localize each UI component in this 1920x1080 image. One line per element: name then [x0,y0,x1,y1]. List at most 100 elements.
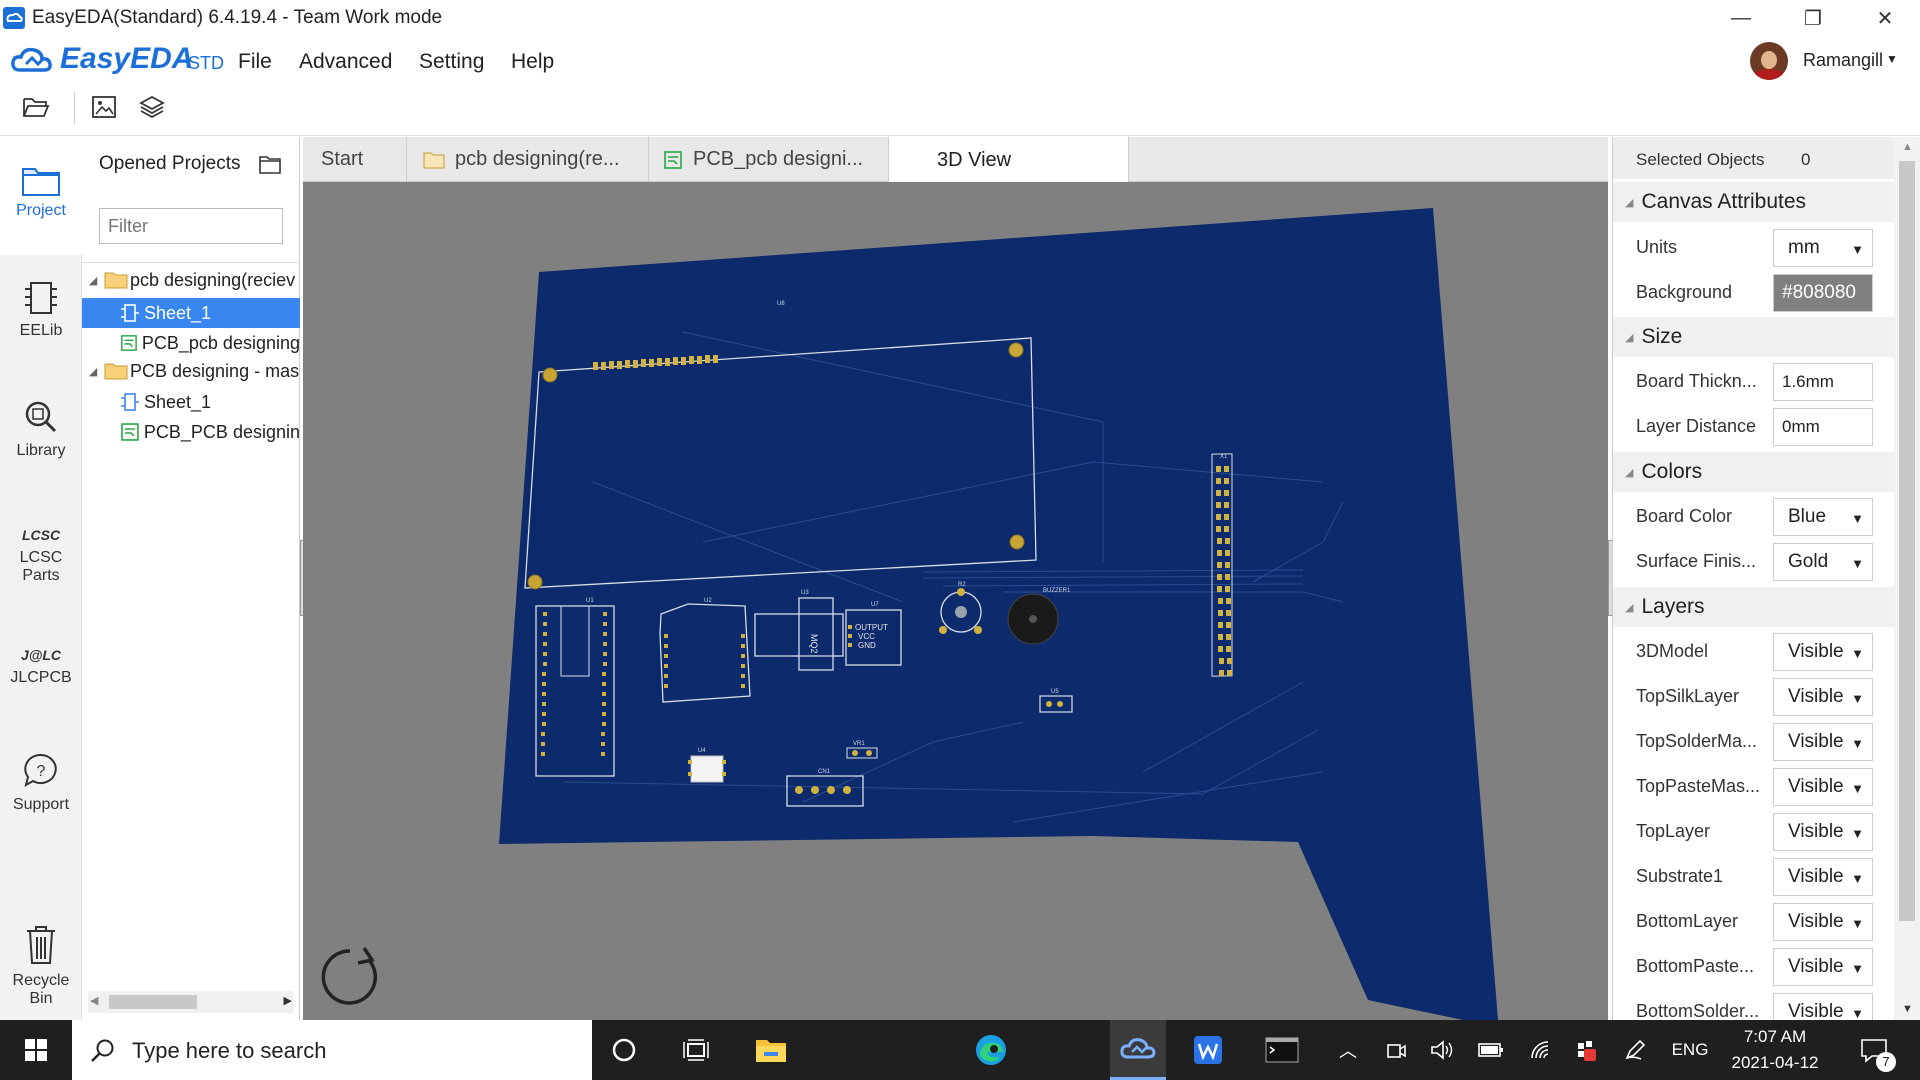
tab-pcb[interactable]: PCB_pcb designi... [649,137,889,182]
wifi-icon[interactable] [1526,1020,1556,1080]
board-thickness-input[interactable]: 1.6mm [1773,363,1873,401]
meet-now-icon[interactable] [1382,1020,1410,1080]
dropdown-arrow-icon: ▼ [1851,556,1864,571]
collapse-icon[interactable]: ◢ [1625,601,1633,614]
layers-icon[interactable] [138,94,166,120]
select-value: Visible [1788,956,1844,977]
nav-support[interactable]: ? Support [0,751,82,814]
layer-visibility-select[interactable]: Visible ▼ [1773,813,1873,851]
collapse-icon[interactable]: ◢ [1625,331,1633,344]
section-colors[interactable]: ◢ Colors [1613,452,1895,492]
scrollbar-thumb[interactable] [109,995,197,1009]
layer-visibility-select[interactable]: Visible ▼ [1773,633,1873,671]
file-explorer-button[interactable] [742,1020,800,1080]
layer-label: Substrate1 [1636,866,1724,886]
user-avatar[interactable] [1750,42,1788,80]
edge-browser-icon [976,1035,1006,1065]
tree-sheet-selected[interactable]: Sheet_1 [82,298,300,328]
folder-icon[interactable] [259,154,281,174]
select-value: Gold [1788,551,1829,572]
menu-file[interactable]: File [238,50,272,74]
red-notification-app-icon[interactable] [1572,1020,1602,1080]
section-size[interactable]: ◢ Size [1613,317,1895,357]
nav-eelib[interactable]: EELib [0,279,82,340]
menu-setting[interactable]: Setting [419,50,484,74]
tree-folder-2[interactable]: ◢ PCB designing - mas [82,356,300,386]
minimize-button[interactable]: — [1712,0,1770,36]
folder-icon [104,272,128,289]
restore-button[interactable]: ❐ [1784,0,1842,36]
tab-schematic[interactable]: pcb designing(re... [407,137,649,182]
nav-jlcpcb[interactable]: J@LC JLCPCB [0,641,82,687]
collapse-icon[interactable]: ◢ [82,365,104,378]
vertical-scrollbar[interactable]: ▲ ▼ [1894,137,1920,1020]
layer-distance-input[interactable]: 0mm [1773,408,1873,446]
task-view-button[interactable] [668,1020,724,1080]
surface-finish-select[interactable]: Gold ▼ [1773,543,1873,581]
tree-sheet[interactable]: Sheet_1 [82,387,300,417]
layer-visibility-select[interactable]: Visible ▼ [1773,768,1873,806]
nav-library[interactable]: Library [0,397,82,460]
layer-label: BottomLayer [1636,911,1739,931]
scroll-right-icon[interactable]: ▶ [284,994,292,1007]
menu-advanced[interactable]: Advanced [299,50,392,74]
nav-lcsc-parts[interactable]: LCSC LCSC Parts [0,521,82,585]
collapse-icon[interactable]: ◢ [1625,196,1633,209]
layer-visibility-select[interactable]: Visible ▼ [1773,993,1873,1020]
edge-browser-button[interactable] [962,1020,1020,1080]
collapse-icon[interactable]: ◢ [82,274,104,287]
easyeda-taskbar-button[interactable] [1110,1020,1166,1080]
scroll-left-icon[interactable]: ◀ [90,994,98,1007]
tree-pcb[interactable]: PCB_PCB designin [82,417,300,447]
volume-icon[interactable] [1428,1020,1456,1080]
layer-visibility-select[interactable]: Visible ▼ [1773,858,1873,896]
image-export-icon[interactable] [90,94,118,120]
wps-writer-button[interactable] [1180,1020,1236,1080]
background-color-input[interactable]: #808080 [1773,274,1873,312]
pen-icon[interactable] [1620,1020,1650,1080]
board-color-select[interactable]: Blue ▼ [1773,498,1873,536]
scrollbar-thumb[interactable] [1899,161,1915,921]
collapse-icon[interactable]: ◢ [1625,466,1633,479]
units-select[interactable]: mm ▼ [1773,229,1873,267]
tab-start[interactable]: Start [303,137,407,182]
prop-label: Board Thickn... [1636,371,1757,391]
user-name[interactable]: Ramangill [1803,50,1883,71]
layer-visibility-select[interactable]: Visible ▼ [1773,723,1873,761]
cortana-button[interactable] [598,1020,650,1080]
notifications-button[interactable]: 7 [1852,1020,1896,1080]
tree-folder-1[interactable]: ◢ pcb designing(reciev [82,265,300,295]
select-value: Visible [1788,1001,1844,1020]
battery-icon[interactable] [1476,1020,1506,1080]
filter-input[interactable] [99,208,283,244]
3d-view-canvas[interactable]: MQ2 OUTPUT VCC GND X1 U1 U2 U3 U7 U4 R2 [303,182,1608,1020]
scroll-down-icon[interactable]: ▼ [1902,1003,1913,1015]
terminal-icon [1265,1037,1299,1063]
clock[interactable]: 7:07 AM 2021-04-12 [1720,1024,1830,1076]
pcb-3d-render[interactable]: MQ2 OUTPUT VCC GND X1 U1 U2 U3 U7 U4 R2 [303,182,1608,1020]
layer-visibility-select[interactable]: Visible ▼ [1773,903,1873,941]
show-hidden-icons-icon[interactable]: ︿ [1334,1020,1362,1080]
reset-view-icon[interactable] [317,942,387,1012]
section-canvas-attributes[interactable]: ◢ Canvas Attributes [1613,182,1895,222]
start-button[interactable] [0,1020,72,1080]
tab-3d-view[interactable]: 3D View [889,137,1129,183]
layer-visibility-select[interactable]: Visible ▼ [1773,678,1873,716]
scroll-up-icon[interactable]: ▲ [1902,141,1913,153]
nav-recycle-bin[interactable]: Recycle Bin [0,923,82,1008]
menu-help[interactable]: Help [511,50,554,74]
folder-open-icon[interactable] [22,94,50,120]
section-layers[interactable]: ◢ Layers [1613,587,1895,627]
terminal-button[interactable] [1252,1020,1312,1080]
nav-project[interactable]: Project [0,137,82,255]
close-button[interactable]: ✕ [1856,0,1914,36]
taskbar-search[interactable]: Type here to search [72,1020,592,1080]
horizontal-scrollbar[interactable]: ◀ ▶ [88,991,294,1013]
layer-visibility-select[interactable]: Visible ▼ [1773,948,1873,986]
tree-pcb[interactable]: PCB_pcb designing [82,328,300,358]
input-value: 1.6mm [1782,372,1834,391]
user-dropdown-icon[interactable]: ▼ [1886,52,1898,66]
tab-label: Start [321,148,364,170]
buzzer-hole [1029,615,1037,623]
language-indicator[interactable]: ENG [1668,1020,1712,1080]
